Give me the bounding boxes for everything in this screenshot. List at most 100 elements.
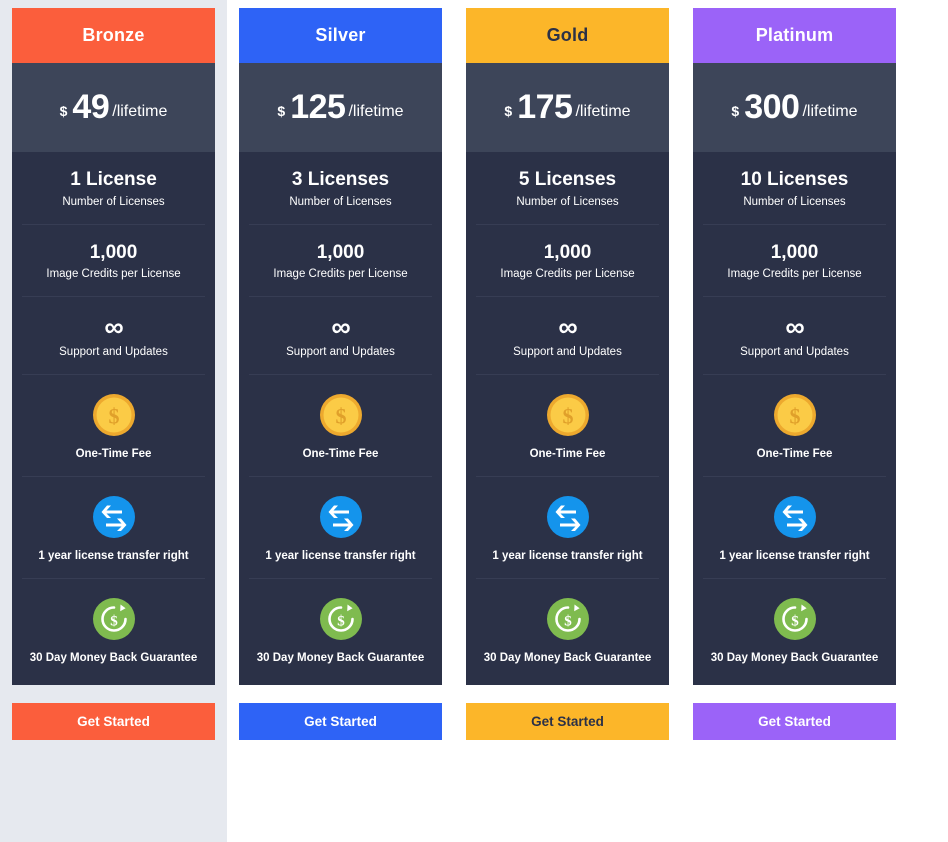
infinity-icon: ∞ <box>558 312 577 343</box>
feature-credits: 1,000 Image Credits per License <box>476 225 659 298</box>
credits-value: 1,000 <box>543 241 592 263</box>
plan-name: Silver <box>315 25 366 45</box>
currency-symbol: $ <box>731 102 740 119</box>
feature-credits: 1,000 Image Credits per License <box>22 225 205 298</box>
licenses-label: Number of Licenses <box>743 195 846 208</box>
currency-symbol: $ <box>504 102 513 119</box>
plan-features: 1 License Number of Licenses 1,000 Image… <box>12 152 215 686</box>
guarantee-label: 30 Day Money Back Guarantee <box>483 651 652 664</box>
plan-card: Gold $ 175 /lifetime 5 Licenses Number o… <box>466 8 669 741</box>
feature-money-back: $ 30 Day Money Back Guarantee <box>703 579 886 686</box>
money-back-refresh-icon: $ <box>92 597 136 641</box>
credits-label: Image Credits per License <box>273 268 408 281</box>
transfer-label: 1 year license transfer right <box>265 549 416 562</box>
currency-symbol: $ <box>59 102 68 119</box>
cta-zone: Get Started <box>693 685 896 741</box>
credits-label: Image Credits per License <box>46 268 181 281</box>
fee-label: One-Time Fee <box>302 447 379 460</box>
feature-credits: 1,000 Image Credits per License <box>703 225 886 298</box>
feature-support: ∞ Support and Updates <box>703 297 886 375</box>
support-label: Support and Updates <box>740 345 849 358</box>
guarantee-label: 30 Day Money Back Guarantee <box>710 651 879 664</box>
svg-text:$: $ <box>335 403 346 428</box>
plan-card: Platinum $ 300 /lifetime 10 Licenses Num… <box>693 8 896 741</box>
money-back-refresh-icon: $ <box>319 597 363 641</box>
get-started-button[interactable]: Get Started <box>466 703 669 741</box>
feature-credits: 1,000 Image Credits per License <box>249 225 432 298</box>
feature-money-back: $ 30 Day Money Back Guarantee <box>249 579 432 686</box>
coin-dollar-icon: $ <box>773 393 817 437</box>
price-period: /lifetime <box>802 102 858 120</box>
plan-price: $ 300 /lifetime <box>693 63 896 152</box>
price-amount: 300 <box>744 88 800 126</box>
money-back-refresh-icon: $ <box>546 597 590 641</box>
licenses-value: 5 Licenses <box>518 169 617 190</box>
svg-text:$: $ <box>562 403 573 428</box>
plan-features: 10 Licenses Number of Licenses 1,000 Ima… <box>693 152 896 686</box>
transfer-arrows-icon <box>92 495 136 539</box>
feature-money-back: $ 30 Day Money Back Guarantee <box>22 579 205 686</box>
cta-zone: Get Started <box>239 685 442 741</box>
credits-label: Image Credits per License <box>500 268 635 281</box>
plan-features: 5 Licenses Number of Licenses 1,000 Imag… <box>466 152 669 686</box>
feature-money-back: $ 30 Day Money Back Guarantee <box>476 579 659 686</box>
feature-support: ∞ Support and Updates <box>476 297 659 375</box>
fee-label: One-Time Fee <box>756 447 833 460</box>
plan-name: Gold <box>546 25 589 45</box>
feature-licenses: 1 License Number of Licenses <box>22 152 205 225</box>
feature-support: ∞ Support and Updates <box>249 297 432 375</box>
infinity-icon: ∞ <box>785 312 804 343</box>
feature-support: ∞ Support and Updates <box>22 297 205 375</box>
plan-header: Bronze <box>12 8 215 63</box>
fee-label: One-Time Fee <box>75 447 152 460</box>
transfer-label: 1 year license transfer right <box>492 549 643 562</box>
plan-price: $ 49 /lifetime <box>12 63 215 152</box>
infinity-icon: ∞ <box>331 312 350 343</box>
feature-one-time-fee: $ One-Time Fee <box>249 375 432 477</box>
transfer-label: 1 year license transfer right <box>719 549 870 562</box>
plan-header: Silver <box>239 8 442 63</box>
svg-text:$: $ <box>110 613 118 629</box>
feature-transfer-right: 1 year license transfer right <box>22 477 205 579</box>
price-amount: 49 <box>72 88 110 126</box>
feature-one-time-fee: $ One-Time Fee <box>703 375 886 477</box>
infinity-icon: ∞ <box>104 312 123 343</box>
credits-value: 1,000 <box>316 241 365 263</box>
fee-label: One-Time Fee <box>529 447 606 460</box>
plan-name: Platinum <box>755 25 834 45</box>
get-started-button[interactable]: Get Started <box>12 703 215 741</box>
money-back-refresh-icon: $ <box>773 597 817 641</box>
plan-card: Silver $ 125 /lifetime 3 Licenses Number… <box>239 8 442 741</box>
plan-header: Gold <box>466 8 669 63</box>
transfer-arrows-icon <box>773 495 817 539</box>
support-label: Support and Updates <box>286 345 395 358</box>
plan-features: 3 Licenses Number of Licenses 1,000 Imag… <box>239 152 442 686</box>
pricing-plan-gold: Gold $ 175 /lifetime 5 Licenses Number o… <box>454 0 681 842</box>
licenses-value: 1 License <box>70 169 157 190</box>
feature-one-time-fee: $ One-Time Fee <box>476 375 659 477</box>
get-started-button[interactable]: Get Started <box>239 703 442 741</box>
support-label: Support and Updates <box>59 345 168 358</box>
pricing-table: Bronze $ 49 /lifetime 1 License Number o… <box>0 0 948 842</box>
feature-transfer-right: 1 year license transfer right <box>249 477 432 579</box>
plan-name: Bronze <box>82 25 145 45</box>
svg-text:$: $ <box>564 613 572 629</box>
svg-text:$: $ <box>789 403 800 428</box>
licenses-value: 10 Licenses <box>740 169 849 190</box>
plan-header: Platinum <box>693 8 896 63</box>
price-period: /lifetime <box>112 102 168 120</box>
svg-text:$: $ <box>108 403 119 428</box>
cta-zone: Get Started <box>12 685 215 741</box>
price-amount: 125 <box>290 88 346 126</box>
transfer-label: 1 year license transfer right <box>38 549 189 562</box>
coin-dollar-icon: $ <box>546 393 590 437</box>
licenses-label: Number of Licenses <box>62 195 165 208</box>
support-label: Support and Updates <box>513 345 622 358</box>
guarantee-label: 30 Day Money Back Guarantee <box>256 651 425 664</box>
price-period: /lifetime <box>575 102 631 120</box>
get-started-button[interactable]: Get Started <box>693 703 896 741</box>
feature-one-time-fee: $ One-Time Fee <box>22 375 205 477</box>
price-amount: 175 <box>517 88 573 126</box>
transfer-arrows-icon <box>319 495 363 539</box>
credits-value: 1,000 <box>89 241 138 263</box>
